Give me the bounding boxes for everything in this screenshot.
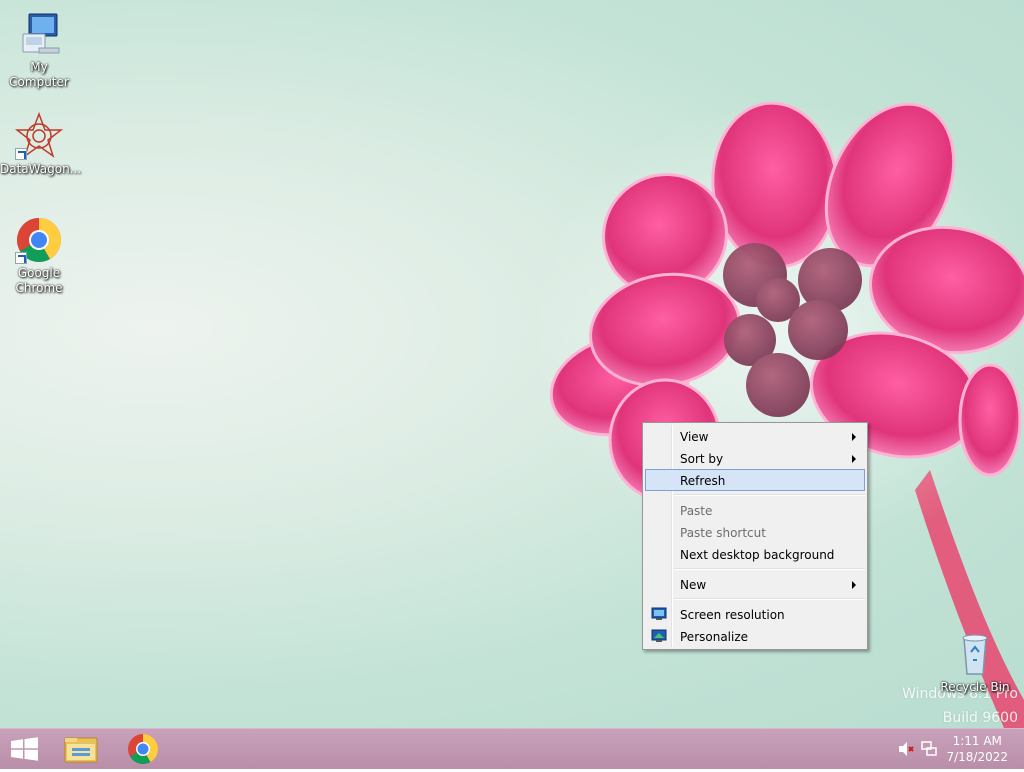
chrome-icon (128, 734, 158, 765)
submenu-arrow-icon (852, 433, 856, 441)
datawagon-icon (14, 111, 64, 160)
shortcut-arrow-icon (15, 252, 27, 264)
menu-item-label: Personalize (680, 630, 749, 644)
menu-item-personalize[interactable]: Personalize (645, 625, 865, 647)
computer-icon (15, 10, 63, 58)
menu-item-refresh[interactable]: Refresh (645, 469, 865, 491)
desktop[interactable]: My Computer DataWagon... Google Chrome W… (0, 0, 1024, 728)
submenu-arrow-icon (852, 581, 856, 589)
menu-item-label: Screen resolution (680, 608, 785, 622)
desktop-icon-label: My Computer (9, 60, 69, 89)
shortcut-arrow-icon (15, 148, 27, 160)
folder-icon (64, 737, 98, 763)
menu-item-paste[interactable]: Paste (645, 499, 865, 521)
wallpaper-flower (530, 100, 1024, 728)
menu-item-screen-resolution[interactable]: Screen resolution (645, 603, 865, 625)
submenu-arrow-icon (852, 455, 856, 463)
menu-item-label: Refresh (680, 474, 726, 488)
screen-resolution-icon (651, 607, 667, 620)
menu-item-new[interactable]: New (645, 573, 865, 595)
menu-item-label: Paste (680, 504, 713, 518)
menu-item-paste-shortcut[interactable]: Paste shortcut (645, 521, 865, 543)
personalize-icon (651, 629, 667, 642)
taskbar-google-chrome[interactable] (115, 729, 171, 769)
chrome-icon (15, 216, 63, 264)
desktop-icon-my-computer[interactable]: My Computer (0, 10, 78, 90)
network-icon[interactable] (920, 741, 938, 757)
menu-item-label: View (680, 430, 709, 444)
desktop-icon-google-chrome[interactable]: Google Chrome (0, 216, 78, 296)
menu-item-sort-by[interactable]: Sort by (645, 447, 865, 469)
desktop-icon-label-line2: Chrome (15, 281, 63, 295)
menu-item-next-desktop-background[interactable]: Next desktop background (645, 543, 865, 565)
desktop-icon-recycle-bin[interactable]: Recycle Bin (936, 630, 1014, 695)
taskbar-file-explorer[interactable] (54, 729, 110, 769)
menu-separator (674, 598, 865, 600)
watermark-build: Build 9600 (942, 710, 1018, 726)
menu-separator (674, 494, 865, 496)
clock-date: 7/18/2022 (946, 750, 1008, 764)
recycle-bin-icon (951, 630, 999, 678)
start-button[interactable] (0, 729, 56, 769)
desktop-icon-label: DataWagon... (0, 162, 82, 176)
clock-time: 1:11 AM (952, 734, 1002, 748)
desktop-icon-label: Recycle Bin (940, 680, 1010, 694)
menu-item-label: New (680, 578, 707, 592)
menu-separator (674, 568, 865, 570)
windows-logo-icon (11, 737, 38, 761)
menu-item-label: Paste shortcut (680, 526, 766, 540)
desktop-icon-label-line1: Google (17, 266, 61, 280)
taskbar: 1:11 AM 7/18/2022 (0, 728, 1024, 769)
menu-item-label: Next desktop background (680, 548, 835, 562)
desktop-icon-datawagon[interactable]: DataWagon... (0, 111, 82, 177)
menu-item-view[interactable]: View (645, 425, 865, 447)
taskbar-clock[interactable]: 1:11 AM 7/18/2022 (946, 733, 1008, 765)
speaker-muted-icon[interactable] (897, 741, 915, 757)
desktop-context-menu: View Sort by Refresh Paste Paste shortcu… (642, 422, 868, 650)
menu-item-label: Sort by (680, 452, 724, 466)
